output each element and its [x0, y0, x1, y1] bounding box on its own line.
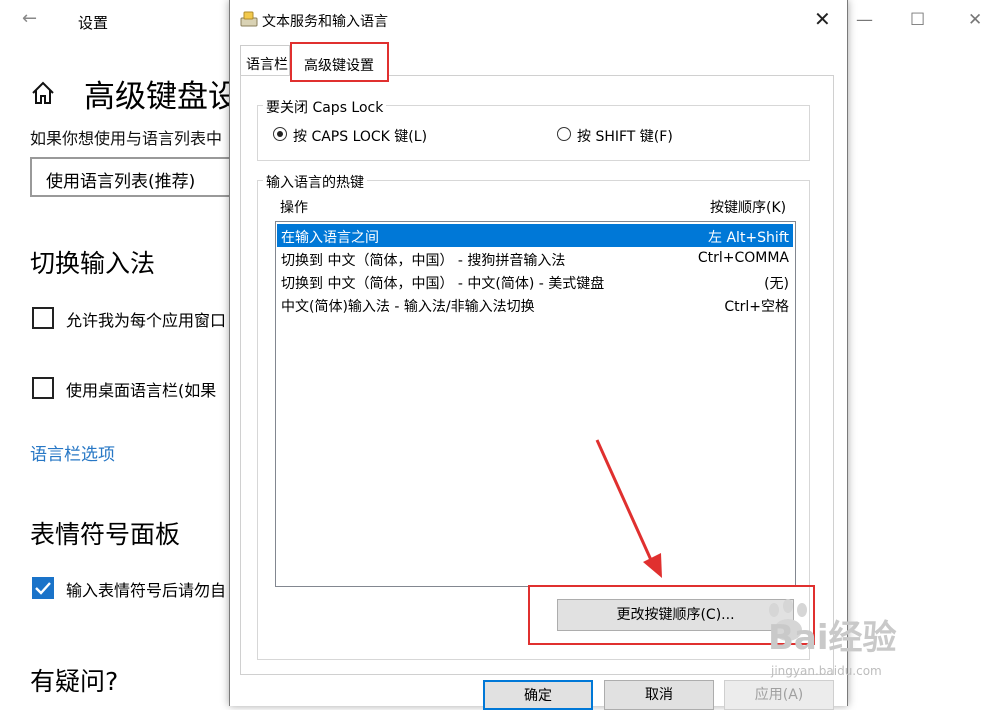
per-app-checkbox[interactable]	[32, 307, 54, 329]
hotkey-row[interactable]: 中文(简体)输入法 - 输入法/非输入法切换 Ctrl+空格	[277, 293, 793, 316]
hotkey-key: (无)	[764, 276, 789, 292]
tab-language-bar[interactable]: 语言栏	[240, 45, 290, 75]
minimize-icon[interactable]: —	[856, 10, 873, 30]
hotkey-action: 在输入语言之间	[281, 230, 379, 246]
keyboard-icon	[240, 11, 258, 27]
caps-lock-key-radio[interactable]	[273, 127, 287, 141]
close-window-icon[interactable]: ✕	[968, 10, 982, 30]
hotkey-row[interactable]: 在输入语言之间 左 Alt+Shift	[277, 224, 793, 247]
shift-key-label[interactable]: 按 SHIFT 键(F)	[577, 126, 673, 146]
hotkey-action: 中文(简体)输入法 - 输入法/非输入法切换	[281, 299, 535, 315]
hotkey-row[interactable]: 切换到 中文（简体，中国） - 中文(简体) - 美式键盘 (无)	[277, 270, 793, 293]
hotkey-action: 切换到 中文（简体，中国） - 搜狗拼音输入法	[281, 253, 566, 269]
watermark-url: jingyan.baidu.com	[771, 664, 882, 678]
change-key-sequence-button[interactable]: 更改按键顺序(C)...	[557, 599, 794, 631]
maximize-icon[interactable]: ☐	[910, 10, 925, 30]
select-value: 使用语言列表(推荐)	[46, 172, 196, 192]
home-icon[interactable]	[30, 80, 56, 106]
back-arrow-icon[interactable]: ←	[22, 8, 37, 29]
settings-title: 设置	[78, 14, 109, 32]
caps-lock-key-label[interactable]: 按 CAPS LOCK 键(L)	[293, 126, 427, 146]
column-header-key-sequence[interactable]: 按键顺序(K)	[710, 197, 786, 217]
per-app-checkbox-label: 允许我为每个应用窗口	[66, 311, 227, 330]
watermark-text: Bai经验	[768, 618, 897, 658]
checkmark-icon	[35, 582, 51, 595]
emoji-panel-heading: 表情符号面板	[30, 520, 181, 549]
caps-lock-group-label: 要关闭 Caps Lock	[263, 97, 387, 117]
hotkey-row[interactable]: 切换到 中文（简体，中国） - 搜狗拼音输入法 Ctrl+COMMA	[277, 247, 793, 270]
desktop-langbar-checkbox[interactable]	[32, 377, 54, 399]
column-header-action[interactable]: 操作	[280, 197, 308, 217]
page-heading: 高级键盘设	[84, 79, 239, 115]
hotkey-key: Ctrl+COMMA	[697, 250, 789, 266]
dialog-close-icon[interactable]: ✕	[814, 7, 831, 31]
switch-input-heading: 切换输入法	[30, 249, 156, 278]
hotkey-group-label: 输入语言的热键	[263, 172, 367, 192]
shift-key-radio[interactable]	[557, 127, 571, 141]
tab-advanced-key-settings[interactable]: 高级键设置	[290, 42, 389, 82]
hotkey-action: 切换到 中文（简体，中国） - 中文(简体) - 美式键盘	[281, 276, 605, 292]
hotkey-key: 左 Alt+Shift	[708, 230, 789, 246]
emoji-checkbox-label: 输入表情符号后请勿自	[66, 581, 227, 600]
question-heading: 有疑问?	[30, 667, 119, 696]
emoji-checkbox[interactable]	[32, 577, 54, 599]
window-controls: — ☐ ✕	[850, 10, 1000, 34]
langbar-options-link[interactable]: 语言栏选项	[30, 440, 115, 465]
description-text: 如果你想使用与语言列表中	[30, 129, 223, 148]
desktop-langbar-checkbox-label: 使用桌面语言栏(如果	[66, 381, 217, 400]
hotkey-key: Ctrl+空格	[724, 299, 789, 315]
dialog-title: 文本服务和输入语言	[262, 14, 388, 30]
